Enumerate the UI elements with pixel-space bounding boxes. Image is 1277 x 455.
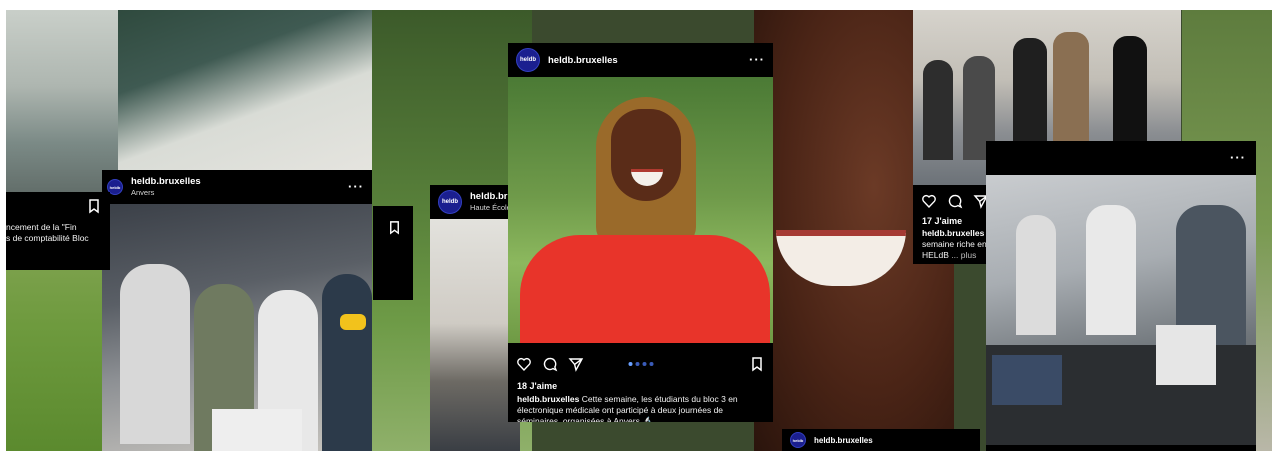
- post-card-lab-right[interactable]: ···: [986, 141, 1256, 451]
- post-caption: heldb.bruxelles Cette semaine, les étudi…: [517, 394, 764, 422]
- carousel-dots: [628, 362, 653, 366]
- post-caption: ncement de la "Fin s de comptabilité Blo…: [6, 222, 89, 243]
- post-card-main[interactable]: heldb heldb.bruxelles ··· 18 J'aime held…: [508, 43, 773, 422]
- post-card-comptabilite[interactable]: ncement de la "Fin s de comptabilité Blo…: [6, 192, 110, 270]
- post-actions: [6, 195, 110, 217]
- post-username[interactable]: heldb.bruxelles Anvers: [131, 176, 201, 198]
- student-figure: [923, 60, 953, 160]
- post-header: heldb heldb.brux Haute École: [430, 185, 520, 219]
- account-avatar[interactable]: heldb: [438, 190, 462, 214]
- comment-icon[interactable]: [542, 356, 558, 372]
- student-figure: [120, 264, 190, 444]
- classroom-photo: [430, 219, 520, 451]
- student-figure: [1086, 205, 1136, 335]
- bookmark-icon[interactable]: [749, 356, 765, 372]
- comment-icon[interactable]: [947, 193, 963, 209]
- bookmark-icon[interactable]: [387, 220, 402, 235]
- post-header: heldb heldb.bruxelles Anvers ···: [102, 170, 372, 204]
- lab-equipment: [1156, 325, 1216, 385]
- account-avatar[interactable]: heldb: [790, 432, 806, 448]
- caption-username[interactable]: heldb.bruxelles: [517, 394, 579, 404]
- post-card-haute-ecole[interactable]: heldb heldb.brux Haute École: [430, 185, 520, 451]
- caption-more-link[interactable]: ... plus: [951, 250, 976, 260]
- lab-equipment: [212, 409, 302, 451]
- student-figure: [1016, 215, 1056, 335]
- student-face: [611, 109, 681, 201]
- laptop: [992, 355, 1062, 405]
- post-card-anvers[interactable]: heldb heldb.bruxelles Anvers ···: [102, 170, 372, 451]
- more-icon[interactable]: ···: [749, 53, 765, 66]
- post-header: heldb heldb.bruxelles: [782, 429, 980, 451]
- caption-username[interactable]: heldb.bruxelles: [922, 228, 984, 238]
- post-actions: [508, 353, 773, 375]
- post-location[interactable]: Anvers: [131, 187, 201, 198]
- post-card-fragment[interactable]: [373, 206, 413, 300]
- collage-frame: heldb heldb.bruxelles Anvers ··· ncement…: [6, 10, 1272, 451]
- username-text[interactable]: heldb.bruxelles: [131, 176, 201, 187]
- heart-icon[interactable]: [921, 193, 937, 209]
- more-icon[interactable]: ···: [348, 180, 364, 193]
- post-username[interactable]: heldb.bruxelles: [548, 55, 618, 66]
- share-icon[interactable]: [568, 356, 584, 372]
- lab-photo: [102, 204, 372, 451]
- heart-icon[interactable]: [516, 356, 532, 372]
- post-username[interactable]: heldb.bruxelles: [814, 435, 873, 446]
- account-avatar[interactable]: heldb: [516, 48, 540, 72]
- student-top: [520, 235, 770, 343]
- likes-count[interactable]: 18 J'aime: [517, 381, 557, 391]
- post-card-bottom[interactable]: heldb heldb.bruxelles: [782, 429, 980, 451]
- bookmark-icon[interactable]: [86, 198, 102, 214]
- post-header: heldb heldb.bruxelles ···: [508, 43, 773, 77]
- more-icon[interactable]: ···: [1230, 151, 1246, 164]
- student-figure: [322, 274, 372, 451]
- likes-count[interactable]: 17 J'aime: [922, 216, 962, 226]
- mask-yellow: [340, 314, 366, 330]
- student-selfie-photo: [508, 77, 773, 343]
- electronics-lab-photo: [986, 175, 1256, 445]
